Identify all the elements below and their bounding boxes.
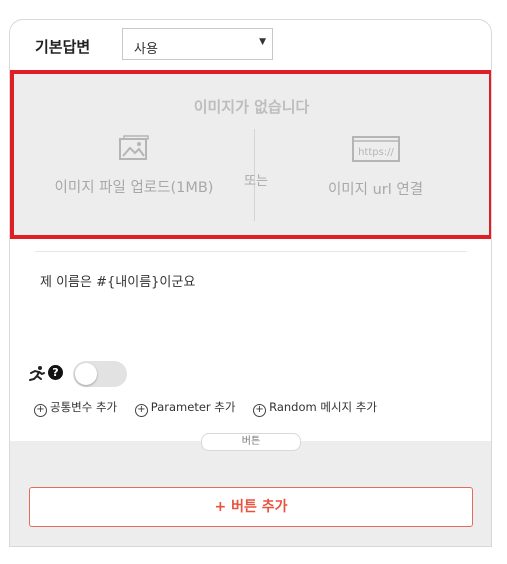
chevron-down-icon: ▼ — [259, 37, 266, 47]
help-icon[interactable]: ? — [48, 365, 63, 380]
usage-select[interactable]: 사용 ▼ — [122, 28, 273, 60]
upload-label: 이미지 파일 업로드(1MB) — [54, 180, 214, 196]
add-random-message-link[interactable]: + Random 메시지 추가 — [253, 399, 377, 417]
random-message-label: Random 메시지 추가 — [269, 400, 377, 414]
image-icon — [119, 135, 149, 160]
plus-circle-icon: + — [34, 404, 47, 417]
running-man-icon[interactable] — [28, 365, 46, 383]
no-image-message: 이미지가 없습니다 — [193, 98, 310, 116]
toggle-knob — [75, 363, 97, 385]
toggle-switch[interactable] — [73, 361, 127, 387]
add-parameter-link[interactable]: + Parameter 추가 — [134, 399, 236, 417]
parameter-label: Parameter 추가 — [150, 400, 236, 414]
image-file-upload[interactable]: 이미지 파일 업로드(1MB) — [14, 134, 254, 197]
usage-select-value: 사용 — [134, 42, 158, 57]
url-icon-text: https:// — [358, 147, 394, 158]
url-icon: https:// — [351, 136, 400, 162]
header-row: 기본답변 사용 ▼ — [10, 20, 491, 68]
image-upload-area: 이미지가 없습니다 이미지 파일 업로드(1MB) 또는 https:// 이미… — [10, 70, 491, 239]
plus-circle-icon: + — [253, 404, 267, 417]
message-text[interactable]: 제 이름은 #{내이름}이군요 — [40, 271, 195, 290]
common-variable-label: 공통변수 추가 — [50, 400, 118, 414]
add-common-variable-link[interactable]: + 공통변수 추가 — [34, 399, 117, 417]
plus-circle-icon: + — [134, 404, 148, 417]
answer-card: 기본답변 사용 ▼ 이미지가 없습니다 이미지 파일 업로드(1MB) 또는 h… — [9, 19, 492, 547]
add-links: + 공통변수 추가 + Parameter 추가 + Random 메시지 추가 — [34, 399, 391, 417]
add-button[interactable]: + 버튼 추가 — [29, 487, 473, 527]
answer-title: 기본답변 — [35, 38, 91, 56]
url-label: 이미지 url 연결 — [327, 182, 424, 198]
button-tab[interactable]: 버튼 — [201, 433, 301, 451]
image-url-link[interactable]: https:// 이미지 url 연결 — [258, 134, 491, 199]
divider — [35, 251, 467, 252]
